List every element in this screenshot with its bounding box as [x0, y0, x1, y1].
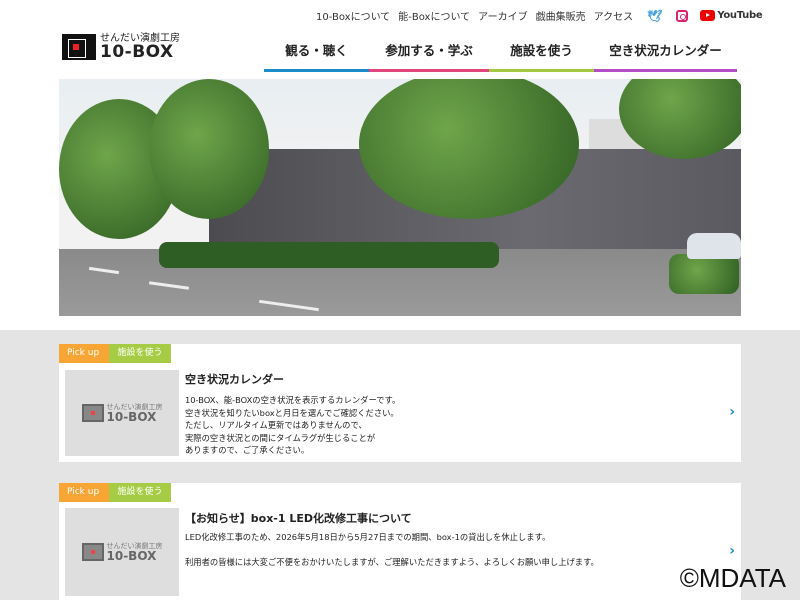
logo-mark-icon — [62, 34, 96, 60]
logo-title: 10-BOX — [100, 42, 174, 62]
thumb-logo-main: 10-BOX — [106, 410, 157, 424]
card-thumbnail: せんだい演劇工房 10-BOX — [65, 370, 179, 456]
nav-participate-learn[interactable]: 参加する・学ぶ — [369, 40, 489, 72]
nav-use-facility[interactable]: 施設を使う — [489, 40, 594, 72]
body-line: 空き状況を知りたいboxと月日を選んでご確認ください。 — [185, 407, 399, 418]
card-body: 10-BOX、能-BOXの空き状況を表示するカレンダーです。 空き状況を知りたい… — [185, 394, 400, 457]
nav-availability-calendar[interactable]: 空き状況カレンダー — [594, 40, 737, 72]
site-logo[interactable]: せんだい演劇工房 10-BOX — [62, 33, 180, 61]
body-line: 利用者の皆様には大変ご不便をおかけいたしますが、ご理解いただきますよう、よろしく… — [185, 557, 599, 567]
body-line: ただし、リアルタイム更新ではありませんので、 — [185, 420, 367, 430]
thumb-logo-main: 10-BOX — [106, 549, 157, 563]
pickup-card[interactable]: Pick up 施設を使う せんだい演劇工房 10-BOX 【お知らせ】box-1 … — [59, 483, 741, 600]
chevron-right-icon[interactable]: › — [729, 404, 735, 420]
category-tag: 施設を使う — [109, 344, 171, 363]
pickup-tag: Pick up — [59, 344, 109, 363]
card-body: LED化改修工事のため、2026年5月18日から5月27日までの期間、box-1… — [185, 531, 599, 569]
nav-watch-listen[interactable]: 観る・聴く — [264, 40, 369, 72]
link-about-nobox[interactable]: 能-Boxについて — [398, 8, 470, 23]
body-line: ありますので、ご了承ください。 — [185, 445, 310, 455]
youtube-label: YouTube — [717, 10, 763, 21]
link-archive[interactable]: アーカイブ — [478, 8, 527, 23]
body-line: 実際の空き状況との間にタイムラグが生じることが — [185, 432, 376, 443]
hero-image — [59, 79, 741, 316]
link-about-10box[interactable]: 10-Boxについて — [316, 8, 390, 23]
link-access[interactable]: アクセス — [594, 8, 634, 23]
instagram-icon[interactable] — [676, 9, 689, 22]
body-line: LED化改修工事のため、2026年5月18日から5月27日までの期間、box-1… — [185, 532, 551, 542]
watermark: ©MDATA — [679, 563, 786, 593]
chevron-right-icon[interactable]: › — [729, 543, 735, 559]
link-script-sales[interactable]: 戯曲集販売 — [536, 8, 586, 23]
category-tag: 施設を使う — [109, 483, 171, 502]
pickup-card[interactable]: Pick up 施設を使う せんだい演劇工房 10-BOX 空き状況カレンダー 10… — [59, 344, 741, 462]
pickup-tag: Pick up — [59, 483, 109, 502]
card-title[interactable]: 【お知らせ】box-1 LED化改修工事について — [185, 510, 412, 526]
card-thumbnail: せんだい演劇工房 10-BOX — [65, 508, 179, 596]
youtube-link[interactable]: YouTube — [700, 10, 770, 21]
body-line: 10-BOX、能-BOXの空き状況を表示するカレンダーです。 — [185, 395, 401, 405]
main-nav: 観る・聴く 参加する・学ぶ 施設を使う 空き状況カレンダー — [264, 40, 737, 72]
card-title[interactable]: 空き状況カレンダー — [185, 371, 284, 387]
utility-nav: 10-Boxについて 能-Boxについて アーカイブ 戯曲集販売 アクセス 🕊 … — [316, 8, 770, 24]
youtube-icon — [700, 10, 716, 21]
twitter-icon[interactable]: 🕊 — [647, 9, 662, 23]
